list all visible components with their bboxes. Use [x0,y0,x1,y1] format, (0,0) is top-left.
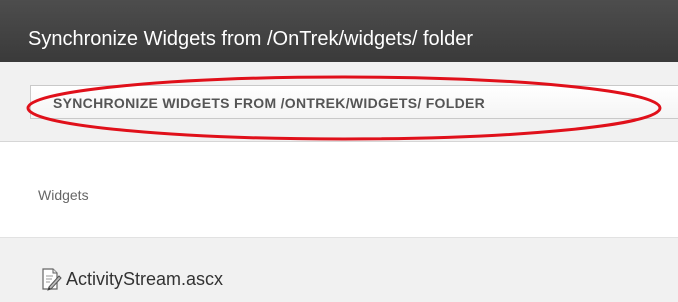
synchronize-widgets-button[interactable]: SYNCHRONIZE WIDGETS FROM /ONTREK/WIDGETS… [30,85,678,119]
synchronize-widgets-button-label: SYNCHRONIZE WIDGETS FROM /ONTREK/WIDGETS… [53,95,486,111]
list-item[interactable]: ActivityStream.ascx [40,267,223,291]
widgets-section-label: Widgets [38,187,89,203]
file-name: ActivityStream.ascx [66,268,224,289]
window-title: Synchronize Widgets from /OnTrek/widgets… [28,28,473,50]
edit-document-icon [40,267,62,291]
widget-file-list: ActivityStream.ascx [0,238,678,302]
title-bar: Synchronize Widgets from /OnTrek/widgets… [0,0,678,62]
widgets-section-header: Widgets [0,142,678,238]
widget-sync-panel: Synchronize Widgets from /OnTrek/widgets… [0,0,678,302]
toolbar: SYNCHRONIZE WIDGETS FROM /ONTREK/WIDGETS… [0,62,678,142]
